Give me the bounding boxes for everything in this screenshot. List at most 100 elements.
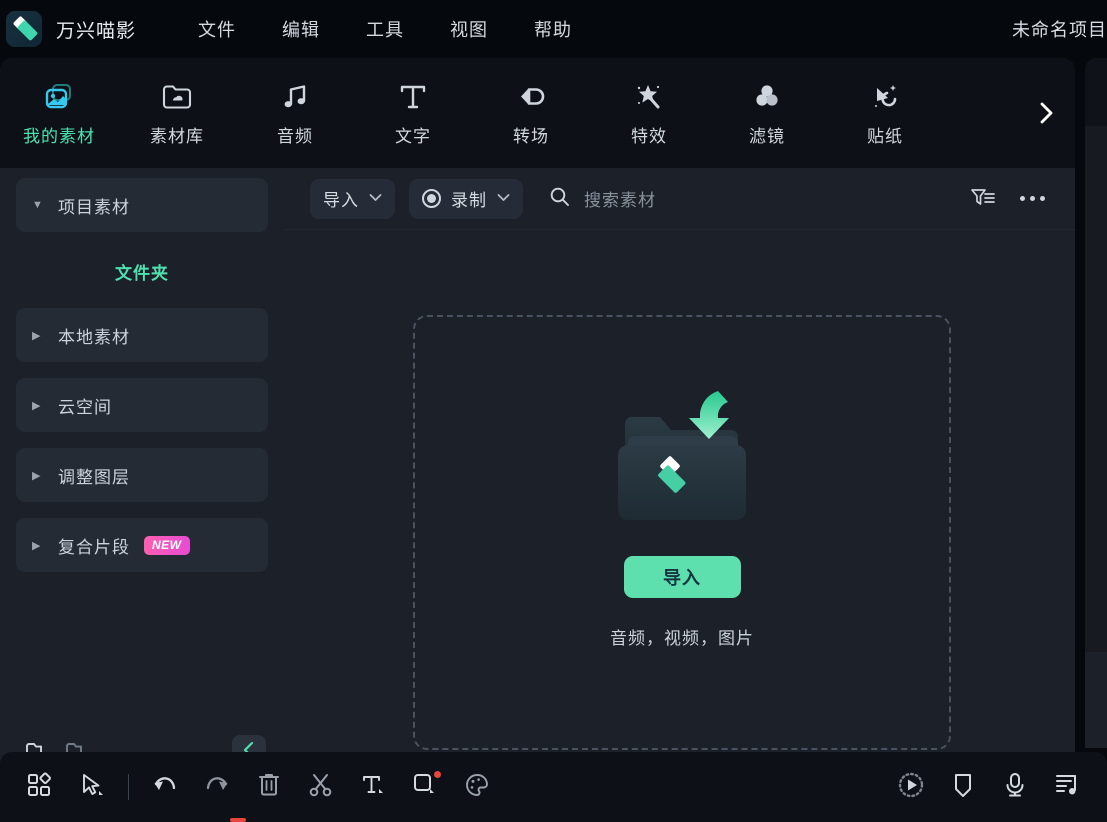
- menu-item-tools[interactable]: 工具: [364, 12, 406, 46]
- tab-transitions[interactable]: 转场: [472, 58, 590, 168]
- sidebar-subitem-folder[interactable]: 文件夹: [0, 248, 284, 294]
- color-circles-icon: [750, 79, 784, 115]
- cursor-select-icon: [79, 772, 105, 803]
- tab-label: 素材库: [150, 127, 204, 146]
- tab-filters[interactable]: 滤镜: [708, 58, 826, 168]
- sidebar-item-label: 项目素材: [58, 197, 130, 217]
- microphone-icon: [1003, 771, 1027, 804]
- sidebar-item-project-media[interactable]: ▼ 项目素材: [16, 178, 268, 232]
- tab-my-media[interactable]: 我的素材: [0, 58, 118, 168]
- sidebar-item-label: 复合片段: [58, 537, 130, 557]
- crop-button[interactable]: [399, 761, 451, 813]
- sidebar-item-label: 云空间: [58, 397, 112, 417]
- right-panel-edge: [1085, 58, 1107, 748]
- undo-arrow-icon: [151, 772, 179, 803]
- filter-icon[interactable]: [970, 187, 996, 210]
- undo-button[interactable]: [139, 761, 191, 813]
- search-input[interactable]: 搜索素材: [549, 186, 656, 212]
- tab-effects[interactable]: 特效: [590, 58, 708, 168]
- tab-label: 滤镜: [749, 127, 785, 146]
- animation-play-icon: [897, 771, 925, 804]
- redo-button[interactable]: [191, 761, 243, 813]
- sidebar-item-compound-clip[interactable]: ▶ 复合片段 NEW: [16, 518, 268, 572]
- redo-arrow-icon: [203, 772, 231, 803]
- marker-button[interactable]: [937, 761, 989, 813]
- folder-cloud-icon: [160, 79, 194, 115]
- tab-label: 贴纸: [867, 127, 903, 146]
- media-toolbar: 导入 录制 搜索素材: [284, 168, 1075, 230]
- folder-import-arrow-icon: [592, 379, 772, 544]
- wondershare-logo-icon[interactable]: [6, 11, 42, 47]
- transition-arrows-icon: [514, 79, 548, 115]
- scissors-icon: [308, 772, 334, 803]
- sidebar-item-cloud-space[interactable]: ▶ 云空间: [16, 378, 268, 432]
- sidebar-item-adjustment-layer[interactable]: ▶ 调整图层: [16, 448, 268, 502]
- media-sidebar: ▼ 项目素材 文件夹 ▶ 本地素材 ▶ 云空间 ▶ 调整图层 ▶ 复合片段 NE…: [0, 168, 284, 788]
- tab-text[interactable]: 文字: [354, 58, 472, 168]
- import-button[interactable]: 导入: [623, 556, 741, 598]
- right-panel-edge-bottom: [1085, 652, 1107, 748]
- tab-stickers[interactable]: 贴纸: [826, 58, 944, 168]
- menu-item-view[interactable]: 视图: [448, 12, 490, 46]
- caret-right-icon: ▶: [32, 329, 41, 342]
- workspace: 我的素材 素材库 音频 文字 转场 特效 滤镜 贴纸 ▼ 项目素材 文件夹 ▶ …: [0, 58, 1075, 788]
- search-placeholder: 搜索素材: [584, 191, 656, 210]
- record-dropdown-button[interactable]: 录制: [409, 178, 523, 219]
- search-icon: [549, 186, 570, 212]
- tab-media-library[interactable]: 素材库: [118, 58, 236, 168]
- menu-bar: 文件 编辑 工具 视图 帮助: [196, 12, 574, 46]
- media-nav-tabs: 我的素材 素材库 音频 文字 转场 特效 滤镜 贴纸: [0, 58, 1075, 168]
- voiceover-button[interactable]: [989, 761, 1041, 813]
- tab-label: 我的素材: [23, 127, 95, 146]
- dropzone-hint: 音频，视频，图片: [610, 629, 754, 648]
- layout-grid-button[interactable]: [14, 761, 66, 813]
- media-dropzone[interactable]: 导入 音频，视频，图片: [413, 315, 951, 750]
- audio-mixer-button[interactable]: [1041, 761, 1093, 813]
- right-panel-edge-top: [1085, 58, 1107, 126]
- photo-stack-icon: [42, 79, 76, 115]
- caret-right-icon: ▶: [32, 469, 41, 482]
- caret-right-icon: ▶: [32, 399, 41, 412]
- tab-label: 特效: [631, 127, 667, 146]
- text-tool-button[interactable]: [347, 761, 399, 813]
- ellipsis-icon[interactable]: [1020, 196, 1045, 201]
- marker-shield-icon: [951, 771, 975, 804]
- menu-item-file[interactable]: 文件: [196, 12, 238, 46]
- magic-wand-star-icon: [632, 79, 666, 115]
- timeline-toolbar: [0, 752, 1107, 822]
- media-content-panel: 导入 录制 搜索素材 导入 音频，视频，图片: [284, 168, 1075, 788]
- toolbar-separator: [128, 774, 129, 800]
- logo-diamond-green: [16, 19, 39, 42]
- tab-audio[interactable]: 音频: [236, 58, 354, 168]
- sidebar-item-local-media[interactable]: ▶ 本地素材: [16, 308, 268, 362]
- app-title: 万兴喵影: [56, 20, 137, 42]
- palette-icon: [464, 772, 490, 803]
- delete-button[interactable]: [243, 761, 295, 813]
- sidebar-item-label: 调整图层: [58, 467, 130, 487]
- color-button[interactable]: [451, 761, 503, 813]
- title-bar: 万兴喵影 文件 编辑 工具 视图 帮助 未命名项目: [0, 0, 1107, 58]
- menu-item-edit[interactable]: 编辑: [280, 12, 322, 46]
- record-button-label: 录制: [451, 191, 487, 210]
- app-window: 万兴喵影 文件 编辑 工具 视图 帮助 未命名项目 我的素材 素材库 音频 文字…: [0, 0, 1107, 822]
- caret-right-icon: ▶: [32, 539, 41, 552]
- animation-button[interactable]: [885, 761, 937, 813]
- split-button[interactable]: [295, 761, 347, 813]
- text-tool-icon: [360, 772, 386, 803]
- text-t-icon: [396, 79, 430, 115]
- notification-dot: [434, 771, 441, 778]
- trash-icon: [257, 772, 281, 803]
- music-note-icon: [278, 79, 312, 115]
- caret-down-icon: ▼: [32, 199, 43, 211]
- sticker-shapes-icon: [868, 79, 902, 115]
- audio-mixer-icon: [1054, 772, 1080, 803]
- sidebar-item-label: 本地素材: [58, 327, 130, 347]
- media-toolbar-actions: [970, 187, 1075, 210]
- import-dropdown-button[interactable]: 导入: [310, 178, 395, 219]
- select-tool-button[interactable]: [66, 761, 118, 813]
- menu-item-help[interactable]: 帮助: [532, 12, 574, 46]
- tab-label: 音频: [277, 127, 313, 146]
- project-title: 未命名项目: [1012, 20, 1107, 40]
- chevron-right-icon[interactable]: [1029, 93, 1063, 133]
- import-button-label: 导入: [323, 191, 359, 210]
